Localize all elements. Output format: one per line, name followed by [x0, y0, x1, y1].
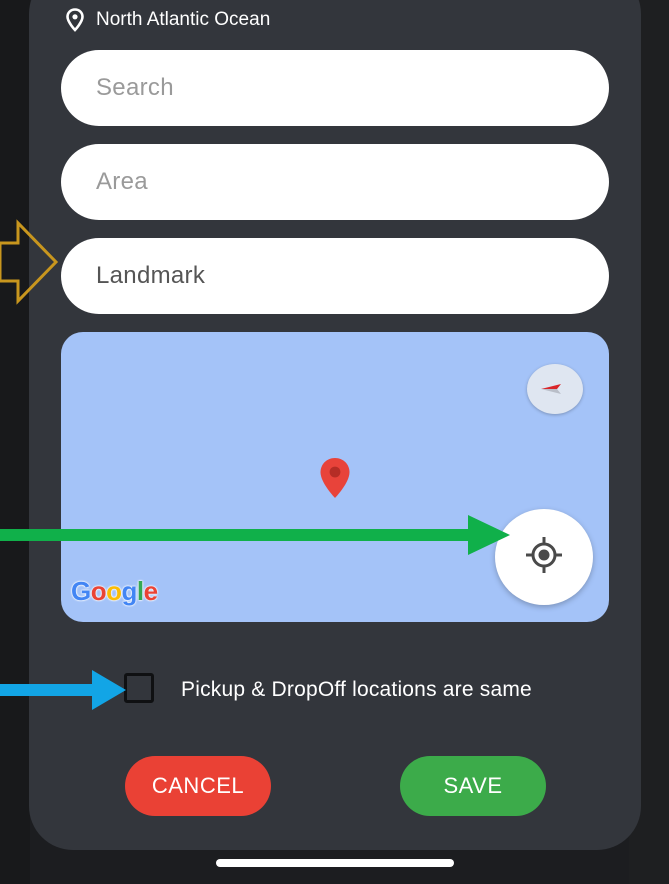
annotation-arrows [0, 219, 510, 710]
gold-outline-arrow-icon [0, 219, 59, 305]
blue-arrow-icon [0, 670, 126, 710]
green-arrow-icon [0, 515, 510, 555]
